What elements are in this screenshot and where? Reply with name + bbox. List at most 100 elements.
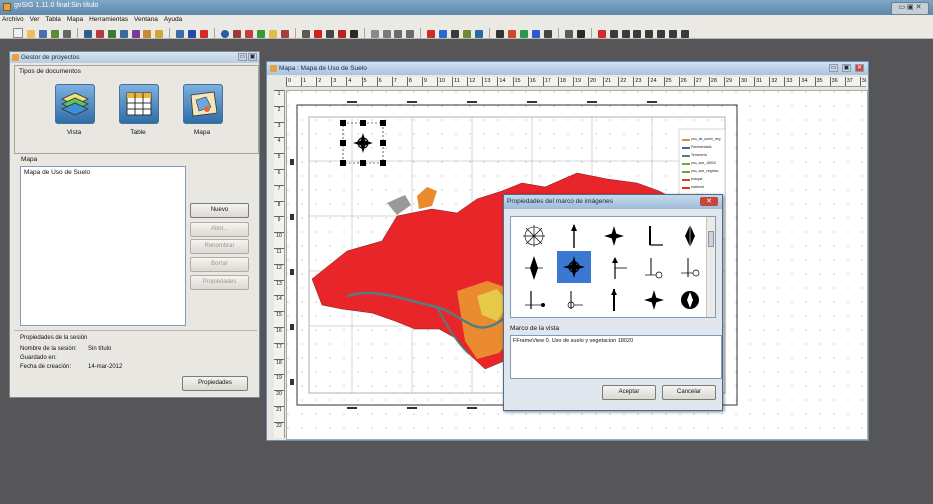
picker-scrollbar[interactable] xyxy=(706,217,715,317)
menu-herramientas[interactable]: Herramientas xyxy=(87,15,130,25)
north-style-selected[interactable] xyxy=(557,251,591,283)
draw-circle-icon[interactable] xyxy=(280,30,289,38)
select-icon[interactable] xyxy=(176,30,185,38)
add-layer-icon[interactable] xyxy=(50,30,59,38)
open-project-icon[interactable] xyxy=(26,30,35,38)
zoom-select-icon[interactable] xyxy=(645,30,654,38)
draw-line-icon[interactable] xyxy=(233,30,242,38)
borrar-button[interactable]: Borrar xyxy=(190,257,249,272)
grid-icon[interactable] xyxy=(531,30,540,38)
north-style-8[interactable] xyxy=(603,253,633,283)
propiedades-doc-button[interactable]: Propiedades xyxy=(190,275,249,290)
close-icon[interactable]: ✕ xyxy=(855,64,864,72)
ungroup-icon[interactable] xyxy=(325,30,334,38)
binoculars-icon[interactable] xyxy=(576,30,585,38)
map-list[interactable]: Mapa de Uso de Suelo xyxy=(20,166,186,326)
zoom-layout-out-icon[interactable] xyxy=(621,30,630,38)
table-icon[interactable] xyxy=(543,30,552,38)
layers-icon[interactable] xyxy=(55,84,95,124)
ruler-tick-label: 23 xyxy=(633,77,642,86)
group-icon[interactable] xyxy=(313,30,322,38)
table-tool-icon[interactable] xyxy=(463,30,472,38)
delete-icon[interactable] xyxy=(200,30,209,38)
abrir-button[interactable]: Abrir... xyxy=(190,222,249,237)
view-tool-icon[interactable] xyxy=(475,30,484,38)
graphics-icon[interactable] xyxy=(301,30,310,38)
accept-button[interactable]: Aceptar xyxy=(602,385,656,400)
nuevo-button[interactable]: Nuevo xyxy=(190,203,249,218)
north-style-4[interactable] xyxy=(639,221,669,251)
north-style-12[interactable] xyxy=(559,285,589,315)
menu-mapa[interactable]: Mapa xyxy=(65,15,85,25)
insert-scale-icon[interactable] xyxy=(143,30,152,38)
table-icon[interactable] xyxy=(119,84,159,124)
menu-archivo[interactable]: Archivo xyxy=(0,15,26,25)
menu-ver[interactable]: Ver xyxy=(28,15,42,25)
border-icon[interactable] xyxy=(349,30,358,38)
minimize-icon[interactable]: ▭ xyxy=(829,64,838,72)
north-style-15[interactable] xyxy=(675,285,705,315)
insert-text-icon[interactable] xyxy=(119,30,128,38)
zoom-in-icon[interactable] xyxy=(370,30,379,38)
menu-ventana[interactable]: Ventana xyxy=(132,15,160,25)
maximize-icon[interactable]: ▣ xyxy=(842,64,851,72)
insert-north-icon[interactable] xyxy=(155,30,164,38)
frame-select-icon[interactable] xyxy=(188,30,197,38)
project-manager-window: Gestor de proyectos ▭ ▣ Tipos de documen… xyxy=(9,51,260,398)
north-style-14[interactable] xyxy=(639,285,669,315)
zoom-real-icon[interactable] xyxy=(633,30,642,38)
scroll-thumb[interactable] xyxy=(708,231,714,247)
layout-config-icon[interactable] xyxy=(451,30,460,38)
window-controls[interactable]: ▭ ▣ ✕ xyxy=(891,2,929,15)
zoom-out-icon[interactable] xyxy=(382,30,391,38)
north-style-6[interactable] xyxy=(519,253,549,283)
close-icon[interactable]: ✕ xyxy=(700,197,718,206)
north-style-2[interactable] xyxy=(559,221,589,251)
north-style-3[interactable] xyxy=(599,221,629,251)
draw-rectangle-icon[interactable] xyxy=(257,30,266,38)
print-icon[interactable] xyxy=(62,30,71,38)
zoom-layout-in-icon[interactable] xyxy=(609,30,618,38)
query-icon[interactable] xyxy=(496,30,505,38)
save-project-icon[interactable] xyxy=(38,30,47,38)
map-icon[interactable] xyxy=(183,84,223,124)
zoom-page-icon[interactable] xyxy=(669,30,678,38)
north-style-10[interactable] xyxy=(675,253,705,283)
north-style-5[interactable] xyxy=(675,221,705,251)
align-icon[interactable] xyxy=(337,30,346,38)
properties-icon[interactable] xyxy=(564,30,573,38)
zoom-full-icon[interactable] xyxy=(394,30,403,38)
layout-save-icon[interactable] xyxy=(83,30,92,38)
draw-polygon-icon[interactable] xyxy=(268,30,277,38)
menu-ayuda[interactable]: Ayuda xyxy=(162,15,184,25)
north-style-9[interactable] xyxy=(639,253,669,283)
frame-view-list[interactable]: FFrameView 0. Uso de suelo y vegetacion … xyxy=(510,335,722,379)
pan-icon[interactable] xyxy=(406,30,415,38)
insert-view-icon[interactable] xyxy=(95,30,104,38)
new-project-icon[interactable] xyxy=(13,28,23,38)
cancel-button[interactable]: Cancelar xyxy=(662,385,716,400)
north-arrow-picker[interactable] xyxy=(510,216,716,318)
redo-icon[interactable] xyxy=(439,30,448,38)
frame-view-item[interactable]: FFrameView 0. Uso de suelo y vegetacion … xyxy=(513,338,633,344)
zoom-previous-icon[interactable] xyxy=(657,30,666,38)
north-style-11[interactable] xyxy=(519,285,549,315)
insert-picture-icon[interactable] xyxy=(131,30,140,38)
measure-icon[interactable] xyxy=(507,30,516,38)
minimize-icon[interactable]: ▭ xyxy=(238,53,247,61)
remove-icon[interactable] xyxy=(597,30,606,38)
session-properties-button[interactable]: Propiedades xyxy=(182,376,248,391)
draw-polyline-icon[interactable] xyxy=(245,30,254,38)
north-style-13[interactable] xyxy=(599,285,629,315)
draw-point-icon[interactable] xyxy=(221,30,230,38)
menu-tabla[interactable]: Tabla xyxy=(43,15,63,25)
insert-legend-icon[interactable] xyxy=(107,30,116,38)
north-style-1[interactable] xyxy=(519,221,549,251)
add-icon[interactable] xyxy=(519,30,528,38)
list-item[interactable]: Mapa de Uso de Suelo xyxy=(21,167,185,178)
zoom-tools-icon[interactable] xyxy=(681,30,690,38)
renombrar-button[interactable]: Renombrar xyxy=(190,239,249,254)
undo-icon[interactable] xyxy=(427,30,436,38)
maximize-icon[interactable]: ▣ xyxy=(248,53,257,61)
ruler-tick-label: 20 xyxy=(588,77,597,86)
